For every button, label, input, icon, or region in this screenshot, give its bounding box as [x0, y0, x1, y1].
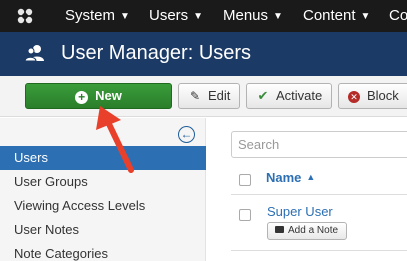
plus-icon: + — [75, 91, 89, 104]
nav-menus[interactable]: Menus ▼ — [223, 0, 283, 32]
toolbar: + New ✎ Edit ✔ Activate ✕ Block — [0, 76, 407, 117]
nav-users[interactable]: Users ▼ — [149, 0, 203, 32]
table-divider — [231, 194, 407, 195]
sort-ascending-icon: ▲ — [306, 172, 316, 182]
new-button[interactable]: + New — [25, 83, 172, 109]
nav-system[interactable]: System ▼ — [65, 0, 130, 32]
user-name-link[interactable]: Super User — [267, 204, 333, 219]
users-icon — [24, 45, 44, 62]
table-divider — [231, 250, 407, 251]
block-button[interactable]: ✕ Block — [338, 83, 407, 109]
select-all-checkbox[interactable] — [239, 174, 251, 186]
sidebar-item-user-groups[interactable]: User Groups — [0, 170, 206, 194]
caret-down-icon: ▼ — [360, 11, 371, 22]
check-icon: ✔ — [257, 88, 269, 103]
note-icon — [275, 226, 284, 233]
caret-down-icon: ▼ — [193, 11, 204, 22]
caret-down-icon: ▼ — [273, 11, 283, 22]
add-note-button[interactable]: Add a Note — [267, 222, 347, 240]
sidebar-item-viewing-access-levels[interactable]: Viewing Access Levels — [0, 194, 206, 218]
caret-down-icon: ▼ — [120, 11, 130, 22]
top-navbar: System ▼ Users ▼ Menus ▼ Content ▼ Co — [0, 0, 407, 32]
column-header-name[interactable]: Name ▲ — [266, 170, 315, 185]
search-placeholder: Search — [238, 137, 280, 152]
nav-content[interactable]: Content ▼ — [303, 0, 370, 32]
joomla-logo-icon[interactable] — [14, 5, 36, 27]
activate-button[interactable]: ✔ Activate — [246, 83, 332, 109]
sidebar-item-users[interactable]: Users — [0, 146, 206, 170]
row-checkbox[interactable] — [239, 209, 251, 221]
edit-button[interactable]: ✎ Edit — [178, 83, 240, 109]
page-header: User Manager: Users — [0, 32, 407, 76]
edit-icon: ✎ — [189, 89, 201, 103]
block-icon: ✕ — [348, 91, 360, 103]
page-title: User Manager: Users — [61, 42, 252, 64]
nav-components[interactable]: Co — [389, 0, 407, 32]
sidebar-collapse-icon[interactable]: ← — [178, 126, 195, 143]
sidebar-item-user-notes[interactable]: User Notes — [0, 218, 206, 242]
sidebar-item-note-categories[interactable]: Note Categories — [0, 242, 206, 261]
